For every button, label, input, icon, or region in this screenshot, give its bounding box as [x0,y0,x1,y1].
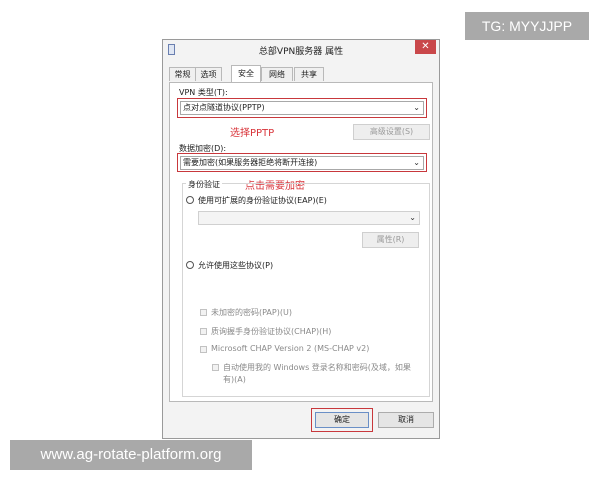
title-bar: 总部VPN服务器 属性 ✕ [163,40,439,58]
tab-security[interactable]: 安全 [231,65,261,82]
chap-label: 质询握手身份验证协议(CHAP)(H) [211,327,332,336]
windows-login-label-line2: 有)(A) [223,375,246,384]
windows-login-checkbox[interactable] [212,364,219,371]
watermark-top: TG: MYYJJPP [465,12,589,40]
properties-dialog: 总部VPN服务器 属性 ✕ 常规 选项 安全 网络 共享 VPN 类型(T): … [162,39,440,439]
vpn-type-select[interactable]: 点对点隧道协议(PPTP) ⌄ [180,101,424,115]
pap-checkbox[interactable] [200,309,207,316]
pap-label: 未加密的密码(PAP)(U) [211,308,292,317]
tab-general[interactable]: 常规 [169,67,196,81]
cancel-button[interactable]: 取消 [378,412,434,428]
vpn-type-label: VPN 类型(T): [179,88,228,97]
ok-button[interactable]: 确定 [315,412,369,428]
protocols-radio-label: 允许使用这些协议(P) [198,261,274,270]
tab-options[interactable]: 选项 [195,67,222,81]
encryption-value: 需要加密(如果服务器拒绝将断开连接) [183,158,318,167]
properties-button[interactable]: 属性(R) [362,232,419,248]
mschap-checkbox[interactable] [200,346,207,353]
security-panel: VPN 类型(T): 点对点隧道协议(PPTP) ⌄ 选择PPTP 高级设置(S… [169,82,433,402]
chevron-down-icon: ⌄ [409,213,416,222]
chap-checkbox[interactable] [200,328,207,335]
chevron-down-icon: ⌄ [413,158,420,167]
dialog-title: 总部VPN服务器 属性 [258,47,344,57]
eap-select[interactable]: ⌄ [198,211,420,225]
close-button[interactable]: ✕ [415,40,436,54]
protocols-radio[interactable] [186,261,194,269]
windows-login-label-line1: 自动使用我的 Windows 登录名称和密码(及域，如果 [223,363,411,372]
tab-networking[interactable]: 网络 [261,67,293,81]
auth-group-title: 身份验证 [186,179,222,190]
mschap-label: Microsoft CHAP Version 2 (MS-CHAP v2) [211,344,370,353]
vpn-type-value: 点对点隧道协议(PPTP) [183,103,265,112]
advanced-settings-button[interactable]: 高级设置(S) [353,124,430,140]
eap-radio-label: 使用可扩展的身份验证协议(EAP)(E) [198,196,327,205]
chevron-down-icon: ⌄ [413,103,420,112]
annotation-select-pptp: 选择PPTP [230,128,275,139]
encryption-select[interactable]: 需要加密(如果服务器拒绝将断开连接) ⌄ [180,156,424,170]
tab-sharing[interactable]: 共享 [294,67,324,81]
watermark-bottom: www.ag-rotate-platform.org [10,440,252,470]
eap-radio[interactable] [186,196,194,204]
